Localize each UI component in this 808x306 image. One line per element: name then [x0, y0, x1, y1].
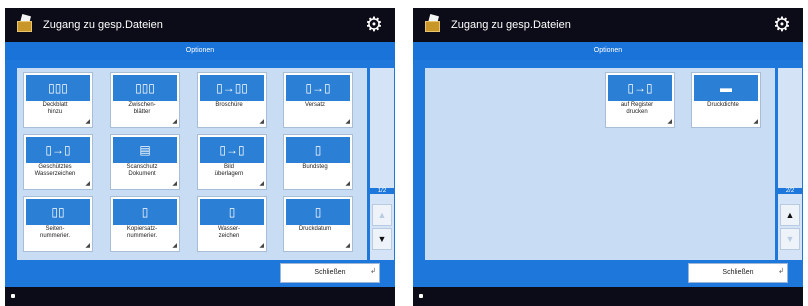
option-label: Wasser- zeichen	[217, 226, 241, 239]
option-print-density[interactable]: ▬ Druckdichte ◢	[691, 72, 761, 128]
option-label: Bild überlagern	[214, 164, 244, 177]
option-shift[interactable]: ▯→▯ Versatz ◢	[283, 72, 353, 128]
chevron-icon: ◢	[345, 243, 350, 249]
status-icon	[419, 294, 423, 298]
option-label: Seiten- nummerier.	[39, 226, 70, 239]
screen-page-1: Zugang zu gesp.Dateien ⚙ Optionen ▯▯▯ De…	[0, 0, 400, 306]
page-scroller: 1/2 ▲ ▼	[370, 68, 394, 260]
chevron-icon: ◢	[172, 181, 177, 187]
chevron-icon: ◢	[172, 243, 177, 249]
chevron-icon: ◢	[345, 181, 350, 187]
option-label: Deckblatt hinzu	[42, 102, 68, 115]
gear-icon[interactable]: ⚙	[363, 14, 385, 36]
print-on-tab-icon: ▯→▯	[608, 75, 672, 101]
option-scan-lock[interactable]: ▤ Scanschutz Dokument ◢	[110, 134, 180, 190]
sheet-insertion-icon: ▯▯▯	[113, 75, 177, 101]
option-label: Druckdichte	[707, 102, 739, 108]
scroll-down-button[interactable]: ▼	[372, 228, 392, 250]
option-secure-watermark[interactable]: ▯→▯ Geschütztes Wasserzeichen ◢	[23, 134, 93, 190]
chevron-icon: ◢	[85, 119, 90, 125]
section-header: Optionen	[5, 42, 395, 60]
chevron-icon: ◢	[259, 243, 264, 249]
close-button[interactable]: Schließen ↲	[280, 263, 380, 283]
title-bar: Zugang zu gesp.Dateien ⚙	[5, 8, 395, 42]
option-label: Geschütztes Wasserzeichen	[34, 164, 76, 177]
chevron-icon: ◢	[259, 119, 264, 125]
option-print-on-tab[interactable]: ▯→▯ auf Register drucken ◢	[605, 72, 675, 128]
option-label: Zwischen- blätter	[128, 102, 156, 115]
screen-title: Zugang zu gesp.Dateien	[43, 19, 163, 31]
enter-icon: ↲	[370, 268, 376, 275]
secure-watermark-icon: ▯→▯	[26, 137, 90, 163]
image-overlay-icon: ▯→▯	[200, 137, 264, 163]
option-booklet[interactable]: ▯→▯▯ Broschüre ◢	[197, 72, 267, 128]
density-gradient-icon: ▬	[694, 75, 758, 101]
watermark-icon: ▯	[200, 199, 264, 225]
page-numbering-icon: ▯▯	[26, 199, 90, 225]
options-grid: ▯→▯ auf Register drucken ◢ ▬ Druckdichte…	[425, 68, 775, 260]
enter-icon: ↲	[778, 268, 784, 275]
scroll-down-button[interactable]: ▼	[780, 228, 800, 250]
close-button[interactable]: Schließen ↲	[688, 263, 788, 283]
option-label: Kopiersatz- nummerier.	[126, 226, 158, 239]
option-label: Versatz	[304, 102, 325, 108]
options-grid: ▯▯▯ Deckblatt hinzu ◢ ▯▯▯ Zwischen- blät…	[17, 68, 367, 260]
chevron-icon: ◢	[259, 181, 264, 187]
option-label: Broschüre	[215, 102, 243, 108]
option-print-date[interactable]: ▯ Druckdatum ◢	[283, 196, 353, 252]
close-label: Schließen	[314, 269, 346, 276]
option-copy-set-numbering[interactable]: ▯ Kopiersatz- nummerier. ◢	[110, 196, 180, 252]
option-label: auf Register drucken	[620, 102, 654, 115]
print-date-icon: ▯	[286, 199, 350, 225]
option-page-numbering[interactable]: ▯▯ Seiten- nummerier. ◢	[23, 196, 93, 252]
gutter-icon: ▯	[286, 137, 350, 163]
chevron-icon: ◢	[85, 243, 90, 249]
scroll-up-button[interactable]: ▲	[780, 204, 800, 226]
option-label: Scanschutz Dokument	[126, 164, 158, 177]
page-indicator: 1/2	[370, 188, 394, 194]
screen-title: Zugang zu gesp.Dateien	[451, 19, 571, 31]
chevron-icon: ◢	[345, 119, 350, 125]
status-bar	[5, 287, 395, 306]
scan-lock-icon: ▤	[113, 137, 177, 163]
option-sheet-insertion[interactable]: ▯▯▯ Zwischen- blätter ◢	[110, 72, 180, 128]
option-image-overlay[interactable]: ▯→▯ Bild überlagern ◢	[197, 134, 267, 190]
scroll-up-button[interactable]: ▲	[372, 204, 392, 226]
copy-set-numbering-icon: ▯	[113, 199, 177, 225]
close-label: Schließen	[722, 269, 754, 276]
chevron-icon: ◢	[85, 181, 90, 187]
chevron-icon: ◢	[667, 119, 672, 125]
option-gutter[interactable]: ▯ Bundsteg ◢	[283, 134, 353, 190]
chevron-icon: ◢	[753, 119, 758, 125]
page-scroller: 2/2 ▲ ▼	[778, 68, 802, 260]
page-indicator: 2/2	[778, 188, 802, 194]
cover-page-icon: ▯▯▯	[26, 75, 90, 101]
storage-box-icon	[15, 13, 35, 35]
section-header: Optionen	[413, 42, 803, 60]
gear-icon[interactable]: ⚙	[771, 14, 793, 36]
storage-box-icon	[423, 13, 443, 35]
option-label: Druckdatum	[298, 226, 332, 232]
status-icon	[11, 294, 15, 298]
chevron-icon: ◢	[172, 119, 177, 125]
title-bar: Zugang zu gesp.Dateien ⚙	[413, 8, 803, 42]
option-label: Bundsteg	[302, 164, 328, 170]
shift-icon: ▯→▯	[286, 75, 350, 101]
screen-page-2: Zugang zu gesp.Dateien ⚙ Optionen ▯→▯ au…	[408, 0, 808, 306]
option-cover-page[interactable]: ▯▯▯ Deckblatt hinzu ◢	[23, 72, 93, 128]
status-bar	[413, 287, 803, 306]
booklet-icon: ▯→▯▯	[200, 75, 264, 101]
option-watermark[interactable]: ▯ Wasser- zeichen ◢	[197, 196, 267, 252]
